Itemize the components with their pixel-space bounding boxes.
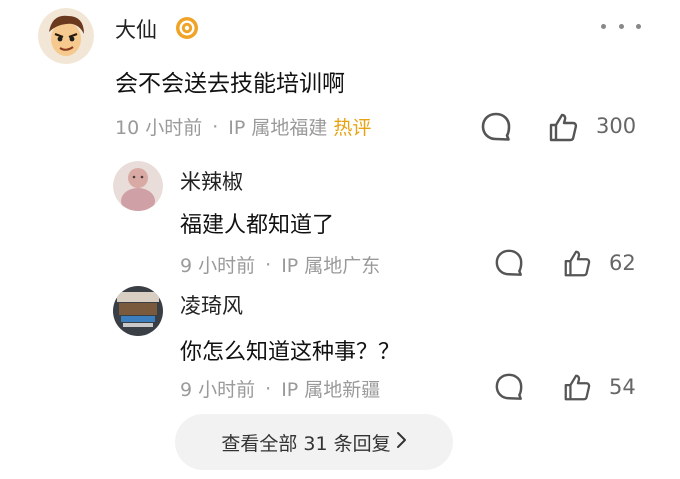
view-all-replies-button[interactable]: 查看全部 31 条回复 [175, 414, 453, 470]
more-options-button[interactable] [597, 16, 645, 36]
more-dot [601, 23, 606, 29]
reply-time: 9 小时前 [180, 379, 256, 401]
reply-text: 福建人都知道了 [180, 213, 335, 238]
reply-meta: 9 小时前 · IP 属地广东 [180, 251, 380, 278]
like-button[interactable] [560, 246, 594, 280]
thumbs-up-icon [549, 113, 578, 142]
reply-location: IP 属地新疆 [281, 379, 381, 401]
more-dot [618, 23, 624, 29]
reply-button[interactable] [478, 110, 514, 144]
comment-bubble-icon [481, 112, 511, 141]
avatar-milajiao[interactable] [113, 161, 163, 211]
avatar-lingqifeng[interactable] [113, 286, 163, 336]
like-button[interactable] [560, 370, 594, 404]
verified-badge-icon [175, 16, 199, 40]
thumbs-up-icon [564, 250, 591, 277]
reply-button[interactable] [492, 246, 526, 280]
hot-comment-tag: 热评 [333, 117, 372, 139]
like-count: 62 [609, 251, 636, 275]
meta-separator: · [265, 253, 272, 276]
reply-time: 9 小时前 [180, 255, 256, 277]
like-count: 300 [596, 114, 637, 138]
comment-location: IP 属地福建 [228, 117, 328, 139]
comment-meta: 10 小时前 · IP 属地福建 热评 [115, 113, 371, 140]
comment-text: 会不会送去技能培训啊 [115, 71, 345, 97]
meta-separator: · [265, 377, 272, 400]
thumbs-up-icon [564, 374, 591, 401]
comment-author[interactable]: 大仙 [115, 14, 157, 44]
more-dot [636, 23, 641, 29]
like-button[interactable] [546, 110, 580, 144]
chevron-right-icon [395, 431, 407, 454]
reply-text: 你怎么知道这种事？？ [180, 340, 401, 365]
comment-time: 10 小时前 [115, 117, 203, 139]
like-count: 54 [609, 375, 636, 399]
avatar-dashen[interactable] [38, 8, 94, 64]
comment-bubble-icon [495, 249, 523, 276]
reply-meta: 9 小时前 · IP 属地新疆 [180, 375, 380, 402]
reply-button[interactable] [492, 370, 526, 404]
view-all-replies-label: 查看全部 31 条回复 [221, 432, 391, 455]
meta-separator: · [212, 115, 219, 138]
reply-author[interactable]: 米辣椒 [180, 166, 243, 196]
reply-location: IP 属地广东 [281, 255, 381, 277]
reply-author[interactable]: 凌琦风 [180, 290, 243, 320]
comment-bubble-icon [495, 373, 523, 400]
